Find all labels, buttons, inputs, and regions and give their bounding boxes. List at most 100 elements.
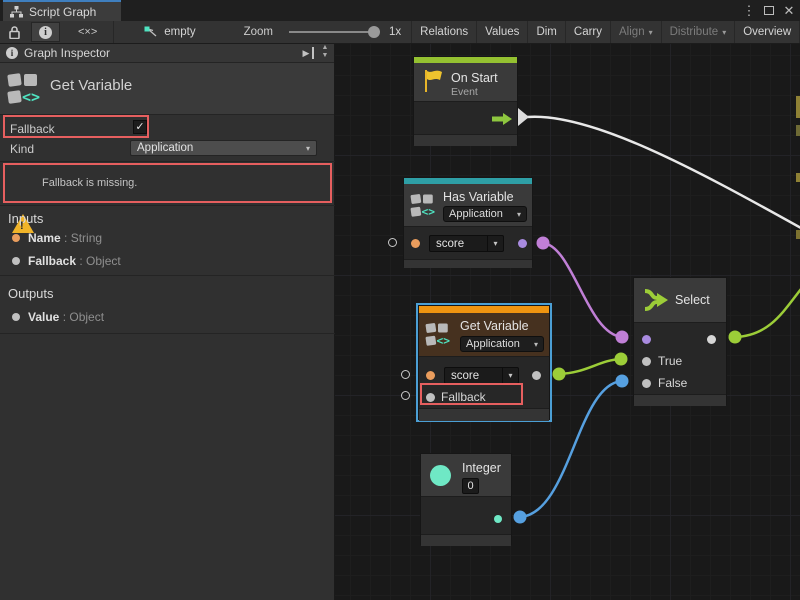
graph-canvas[interactable]: On Start Event <> Has Var [335, 44, 800, 600]
node-on-start[interactable]: On Start Event [413, 56, 518, 145]
chevron-down-icon: ▾ [534, 340, 538, 349]
value-output-port[interactable] [532, 371, 541, 380]
inspector-toggle-button[interactable]: i [31, 22, 60, 42]
condition-input-port[interactable] [642, 335, 651, 344]
breadcrumb-label: empty [164, 26, 195, 38]
node-header: On Start Event [414, 63, 517, 101]
node-has-variable[interactable]: <> Has Variable Application▾ score ▾ [403, 177, 533, 267]
outputs-header: Outputs [8, 286, 54, 301]
node-footer [404, 259, 532, 268]
node-body: score ▾ [404, 226, 532, 259]
flow-arrow-connector [518, 108, 529, 126]
unconnected-port-indicator[interactable] [401, 391, 410, 400]
dim-button[interactable]: Dim [528, 21, 565, 43]
close-button[interactable]: ✕ [780, 0, 798, 21]
false-port-label: False [658, 376, 687, 390]
node-header: Select [634, 278, 726, 322]
node-body: score ▾ Fallback [419, 356, 549, 408]
true-port-label: True [658, 354, 682, 368]
fallback-input-port[interactable] [426, 393, 435, 402]
toolbar: i <×> empty Zoom 1x Relations Values Dim… [0, 21, 800, 44]
chevron-down-icon: ▾ [306, 144, 310, 153]
node-header: Integer 0 [421, 454, 511, 496]
node-header: <> Get Variable Application▾ [419, 313, 549, 356]
node-title: Get Variable [460, 319, 529, 333]
offscreen-node-sliver [796, 230, 800, 239]
maximize-button[interactable] [760, 0, 778, 21]
zoom-slider-track[interactable] [289, 31, 375, 33]
wire-dot [616, 331, 629, 344]
unconnected-port-indicator[interactable] [401, 370, 410, 379]
wire-purple[interactable] [543, 243, 622, 337]
kind-dropdown[interactable]: Application ▾ [130, 140, 317, 156]
relations-button[interactable]: Relations [412, 21, 477, 43]
lock-button[interactable] [0, 21, 29, 43]
window-menu-button[interactable]: ⋮ [740, 0, 758, 21]
wires-layer [335, 44, 800, 600]
name-input-port[interactable] [411, 239, 420, 248]
offscreen-node-sliver [796, 125, 800, 136]
integer-output-port[interactable] [494, 515, 502, 523]
wire-dot [729, 331, 742, 344]
kind-label: Kind [10, 142, 34, 156]
wire-dot [615, 353, 628, 366]
node-select[interactable]: Select True False [633, 277, 727, 405]
inspector-header: i Graph Inspector ▶ ▲▼ [0, 44, 334, 63]
variable-icon: <> [411, 193, 437, 219]
kind-dropdown[interactable]: Application▾ [443, 206, 527, 222]
node-header: <> Has Variable Application▾ [404, 184, 532, 226]
inspector-title: Graph Inspector [24, 46, 110, 60]
chevron-down-icon: ▾ [649, 28, 653, 37]
script-graph-window: Script Graph ⋮ ✕ i <×> empty Zoom [0, 0, 800, 600]
node-footer [634, 394, 726, 406]
wire-white[interactable] [527, 117, 800, 228]
maximize-icon [764, 6, 774, 15]
name-input-port[interactable] [426, 371, 435, 380]
integer-value-field[interactable]: 0 [462, 478, 479, 494]
carry-button[interactable]: Carry [566, 21, 611, 43]
flag-icon [423, 69, 445, 93]
variable-name-dropdown[interactable]: score ▾ [444, 367, 519, 384]
inputs-header: Inputs [8, 211, 43, 226]
chevron-down-icon: ▾ [517, 210, 521, 219]
tab-script-graph[interactable]: Script Graph [3, 0, 121, 21]
wire-green-output[interactable] [735, 289, 800, 337]
fallback-label: Fallback [10, 122, 55, 136]
fallback-port-label: Fallback [441, 390, 486, 404]
fallback-checkbox[interactable]: ✓ [133, 120, 147, 134]
node-get-variable[interactable]: <> Get Variable Application▾ score ▾ Fal… [418, 305, 550, 420]
wire-dot [537, 237, 550, 250]
wire-green-true[interactable] [559, 359, 621, 374]
distribute-button[interactable]: Distribute▾ [662, 21, 736, 43]
code-view-button[interactable]: <×> [62, 21, 114, 43]
warning-text: Fallback is missing. [42, 177, 137, 189]
breadcrumb[interactable]: empty [114, 21, 205, 43]
bool-output-port[interactable] [518, 239, 527, 248]
code-icon: <×> [78, 26, 97, 38]
select-merge-icon [643, 289, 669, 311]
overview-button[interactable]: Overview [735, 21, 800, 43]
title-bar: Script Graph ⋮ ✕ [0, 0, 800, 21]
variable-name-dropdown[interactable]: score ▾ [429, 235, 504, 252]
node-title: On Start [451, 71, 498, 85]
node-title: Select [675, 293, 710, 307]
node-integer[interactable]: Integer 0 [420, 453, 512, 545]
graph-breadcrumb-icon [144, 26, 158, 38]
info-icon: i [39, 26, 52, 39]
zoom-slider-handle[interactable] [368, 26, 380, 38]
false-input-port[interactable] [642, 379, 651, 388]
spinner-arrows[interactable]: ▲▼ [318, 44, 332, 60]
lock-icon [9, 26, 20, 39]
align-button[interactable]: Align▾ [611, 21, 662, 43]
flow-output-port[interactable] [492, 113, 512, 125]
true-input-port[interactable] [642, 357, 651, 366]
selection-output-port[interactable] [707, 335, 716, 344]
info-icon: i [6, 47, 18, 59]
kind-dropdown[interactable]: Application▾ [460, 336, 544, 352]
zoom-slider[interactable] [281, 21, 383, 43]
dock-icon[interactable]: ▶ [300, 47, 314, 59]
values-button[interactable]: Values [477, 21, 528, 43]
unconnected-port-indicator[interactable] [388, 238, 397, 247]
variable-icon: <> [426, 322, 452, 348]
node-footer [419, 408, 549, 421]
